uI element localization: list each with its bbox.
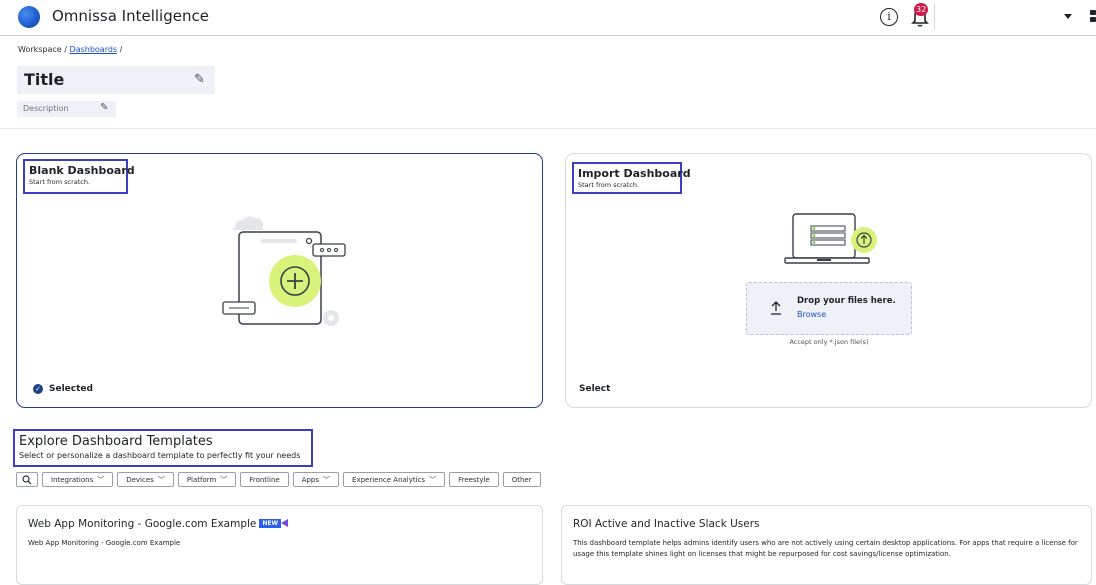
filter-devices[interactable]: Devices ﹀ xyxy=(117,472,174,487)
apps-menu-icon[interactable] xyxy=(1090,10,1096,24)
breadcrumb-workspace: Workspace xyxy=(18,45,62,54)
blank-dashboard-illustration xyxy=(222,216,346,326)
selected-status: ✓ Selected xyxy=(33,384,93,394)
filter-apps[interactable]: Apps ﹀ xyxy=(292,472,340,487)
template-title: Web App Monitoring - Google.com Example N… xyxy=(28,518,288,530)
filter-integrations[interactable]: Integrations ﹀ xyxy=(42,472,114,487)
chevron-down-icon: ﹀ xyxy=(323,475,331,484)
template-filters: Integrations ﹀ Devices ﹀ Platform ﹀ Frontli… xyxy=(16,472,541,487)
filter-freestyle[interactable]: Freestyle xyxy=(449,472,499,487)
chevron-down-icon: ﹀ xyxy=(157,475,165,484)
section-divider xyxy=(0,128,1096,129)
top-bar: Omnissa Intelligence i 32 xyxy=(0,0,1096,36)
new-badge: NEW xyxy=(259,519,288,528)
divider xyxy=(934,4,935,30)
template-card[interactable]: ROI Active and Inactive Slack Users This… xyxy=(561,505,1092,585)
notification-count-badge: 32 xyxy=(914,3,929,16)
pencil-icon[interactable]: ✎ xyxy=(100,102,108,113)
filter-platform[interactable]: Platform ﹀ xyxy=(177,472,237,487)
import-dashboard-card[interactable]: Import Dashboard Start from scratch. Dro… xyxy=(565,153,1092,408)
templates-subtitle: Select or personalize a dashboard templa… xyxy=(19,451,301,460)
templates-title: Explore Dashboard Templates xyxy=(19,434,213,449)
pencil-icon[interactable]: ✎ xyxy=(194,72,205,87)
app-title[interactable]: Omnissa Intelligence xyxy=(52,7,209,25)
search-icon xyxy=(22,474,32,484)
upload-icon xyxy=(771,301,781,315)
templates-header: Explore Dashboard Templates Select or pe… xyxy=(13,429,313,467)
accepted-file-types: Accept only *.json file(s) xyxy=(789,338,869,346)
template-title: ROI Active and Inactive Slack Users xyxy=(573,518,760,530)
browse-link[interactable]: Browse xyxy=(797,310,826,319)
dropzone-title: Drop your files here. xyxy=(797,296,896,306)
template-description: This dashboard template helps admins ide… xyxy=(573,539,1078,558)
select-import-button[interactable]: Select xyxy=(579,384,610,394)
chevron-down-icon: ﹀ xyxy=(220,475,228,484)
import-dashboard-title: Import Dashboard xyxy=(578,167,691,180)
blank-dashboard-card[interactable]: Blank Dashboard Start from scratch. ✓ Se… xyxy=(16,153,543,408)
chevron-down-icon: ﹀ xyxy=(97,475,105,484)
description-placeholder: Description xyxy=(23,104,69,113)
check-circle-icon: ✓ xyxy=(33,384,43,394)
breadcrumb: Workspace / Dashboards / xyxy=(18,45,123,54)
description-field[interactable]: Description ✎ xyxy=(17,101,116,117)
search-button[interactable] xyxy=(16,472,38,487)
templates-label-box: Explore Dashboard Templates Select or pe… xyxy=(13,429,313,467)
chevron-down-icon[interactable] xyxy=(1064,14,1072,19)
import-dashboard-label-box: Import Dashboard Start from scratch. xyxy=(572,162,691,194)
info-icon[interactable]: i xyxy=(880,8,898,26)
blank-dashboard-label-box: Blank Dashboard Start from scratch. xyxy=(23,159,135,194)
import-dashboard-subtitle: Start from scratch. xyxy=(578,181,640,189)
template-description: Web App Monitoring - Google.com Example xyxy=(28,539,181,547)
file-dropzone[interactable]: Drop your files here. Browse xyxy=(746,282,912,335)
page-title: Title xyxy=(24,70,65,89)
omnissa-logo-icon[interactable] xyxy=(18,6,40,28)
blank-dashboard-title: Blank Dashboard xyxy=(29,164,135,177)
title-field[interactable]: Title ✎ xyxy=(17,66,215,94)
laptop-upload-illustration xyxy=(784,213,877,264)
filter-experience-analytics[interactable]: Experience Analytics ﹀ xyxy=(343,472,446,487)
blank-dashboard-subtitle: Start from scratch. xyxy=(29,178,91,186)
selected-label: Selected xyxy=(49,384,93,394)
breadcrumb-dashboards-link[interactable]: Dashboards xyxy=(70,45,118,54)
chevron-down-icon: ﹀ xyxy=(429,475,437,484)
template-card[interactable]: Web App Monitoring - Google.com Example N… xyxy=(16,505,543,585)
filter-frontline[interactable]: Frontline xyxy=(240,472,289,487)
filter-other[interactable]: Other xyxy=(502,472,541,487)
